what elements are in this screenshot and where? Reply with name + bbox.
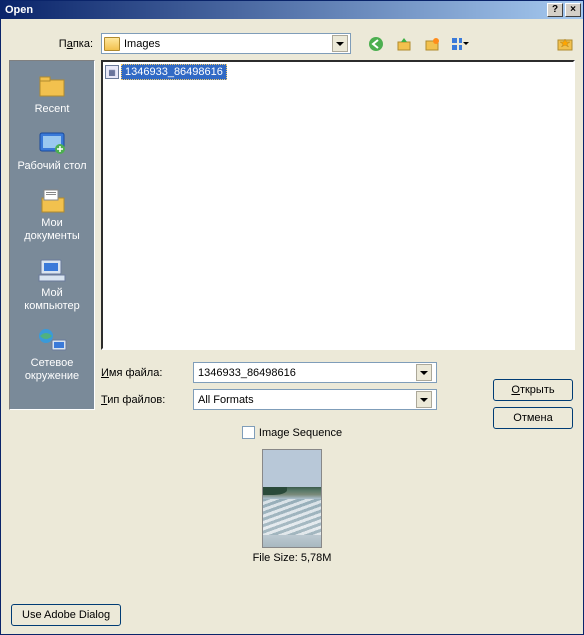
- filename-input[interactable]: 1346933_86498616: [193, 362, 437, 383]
- desktop-icon: [35, 128, 69, 158]
- folder-label: Папка:: [9, 38, 101, 50]
- recent-icon: [35, 71, 69, 101]
- place-desktop[interactable]: Рабочий стол: [12, 124, 92, 179]
- close-button[interactable]: ×: [565, 3, 581, 17]
- help-button[interactable]: ?: [547, 3, 563, 17]
- favorites-icon[interactable]: [555, 35, 575, 53]
- image-sequence-checkbox[interactable]: [242, 426, 255, 439]
- folder-dropdown-button[interactable]: [332, 35, 348, 52]
- folder-icon: [104, 37, 120, 51]
- place-recent[interactable]: Recent: [12, 67, 92, 122]
- back-icon[interactable]: [367, 35, 385, 53]
- use-adobe-dialog-button[interactable]: Use Adobe Dialog: [11, 604, 121, 626]
- places-bar: Recent Рабочий стол Мои документы: [9, 60, 95, 410]
- file-name: 1346933_86498616: [121, 64, 227, 80]
- place-mycomputer[interactable]: Мой компьютер: [12, 251, 92, 319]
- file-item[interactable]: ▦ 1346933_86498616: [105, 64, 227, 80]
- filetype-select[interactable]: All Formats: [193, 389, 437, 410]
- open-button[interactable]: Открыть: [493, 379, 573, 401]
- folder-select[interactable]: Images: [101, 33, 351, 54]
- computer-icon: [35, 255, 69, 285]
- folder-value: Images: [124, 38, 332, 50]
- window-title: Open: [5, 4, 545, 16]
- file-size-label: File Size: 5,78M: [253, 552, 332, 564]
- filetype-dropdown-button[interactable]: [416, 391, 432, 408]
- file-icon: ▦: [105, 65, 119, 79]
- filename-dropdown-button[interactable]: [416, 364, 432, 381]
- documents-icon: [35, 185, 69, 215]
- cancel-button[interactable]: Отмена: [493, 407, 573, 429]
- place-network[interactable]: Сетевое окружение: [12, 321, 92, 389]
- up-icon[interactable]: [395, 35, 413, 53]
- file-list[interactable]: ▦ 1346933_86498616: [101, 60, 575, 350]
- view-menu-icon[interactable]: [451, 35, 469, 53]
- filename-label: Имя файла:: [101, 367, 193, 379]
- filetype-label: Тип файлов:: [101, 394, 193, 406]
- new-folder-icon[interactable]: [423, 35, 441, 53]
- preview-thumbnail: [262, 449, 322, 548]
- network-icon: [35, 325, 69, 355]
- image-sequence-label: Image Sequence: [259, 427, 342, 439]
- place-mydocs[interactable]: Мои документы: [12, 181, 92, 249]
